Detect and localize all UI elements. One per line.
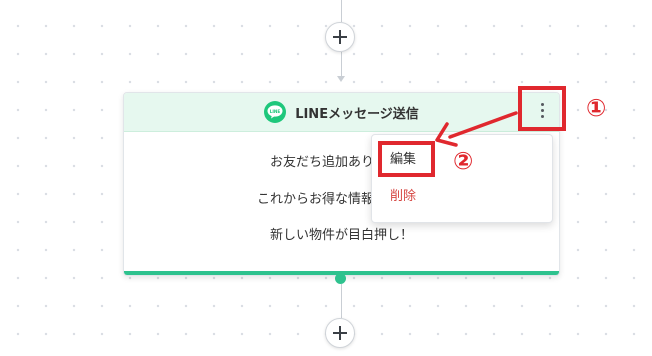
annotation-step-1: ① [586,94,607,122]
annotation-step-2: ② [453,147,474,175]
annotation-arrow [435,111,518,147]
